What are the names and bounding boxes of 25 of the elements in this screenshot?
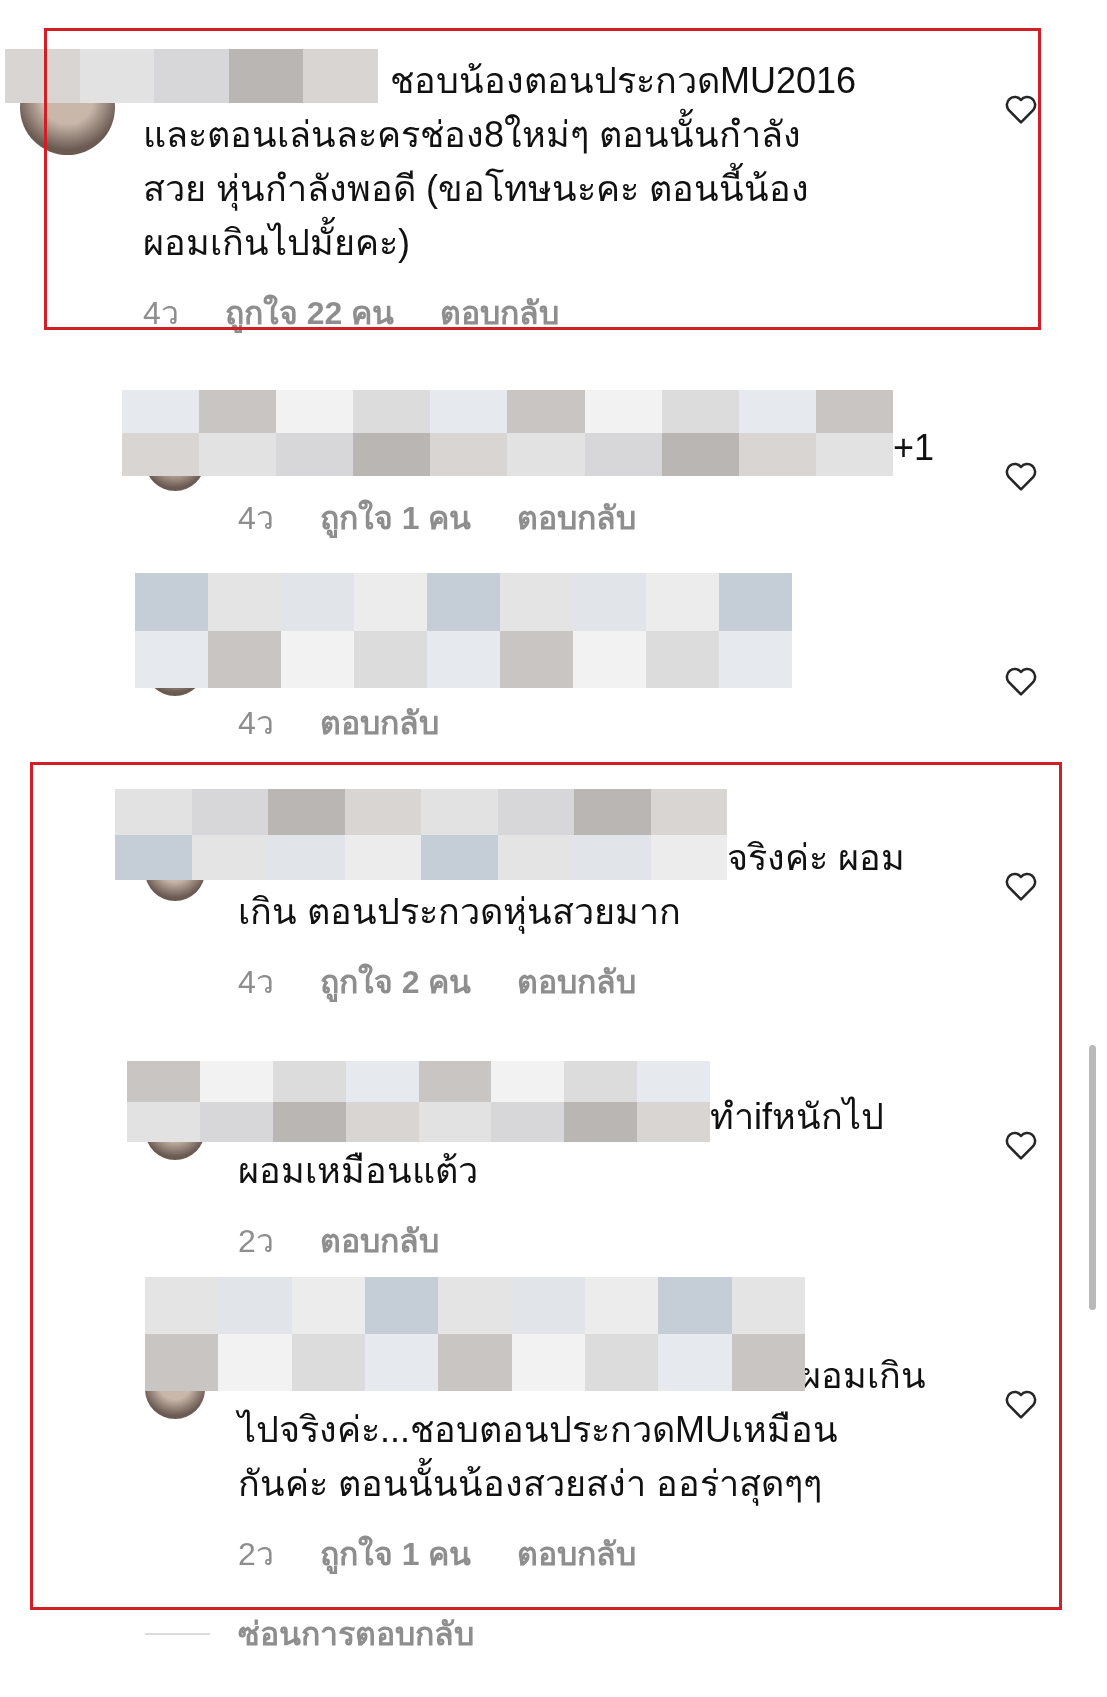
comment-time: 4ว [143,294,179,333]
comment-text: เกิน ตอนประกวดหุ่นสวยมาก [238,890,681,936]
comment-time: 4ว [238,963,274,1002]
comment-time: 2ว [238,1535,274,1574]
likes-link[interactable]: ถูกใจ 22 คน [224,293,395,333]
reply-link[interactable]: ตอบกลับ [440,293,560,333]
reply-link[interactable]: ตอบกลับ [517,962,637,1002]
comment-text: จริงค่ะ ผอม [727,836,905,880]
comment-text: และตอนเล่นละครช่อง8ใหม่ๆ ตอนนั้นกำลัง สวย หุ่นกำลังพอดี (ขอโทษนะคะ ตอนนี้น้อง ผอมเกินไปมั้ยคะ) [143,108,809,270]
reply-link[interactable]: ตอบกลับ [517,1534,637,1574]
reply-link[interactable]: ตอบกลับ [319,1221,439,1261]
likes-link[interactable]: ถูกใจ 1 คน [319,498,472,538]
likes-link[interactable]: ถูกใจ 1 คน [319,1534,472,1574]
comment-time: 4ว [238,499,274,538]
comment-text: +1 [893,426,935,470]
comment-time: 4ว [238,704,274,743]
comment-time: 2ว [238,1222,274,1261]
comment-text: ทำifหนักไป [710,1095,884,1139]
reply-link[interactable]: ตอบกลับ [517,498,637,538]
reply-link[interactable]: ตอบกลับ [319,703,439,743]
scrollbar[interactable] [1089,1045,1096,1310]
comment-text: ผอมเหมือนแต้ว [238,1149,478,1193]
likes-link[interactable]: ถูกใจ 2 คน [319,962,472,1002]
comment-text: ชอบน้องตอนประกวดMU2016 [390,59,857,103]
hide-replies-link[interactable]: ซ่อนการตอบกลับ [238,1614,474,1654]
